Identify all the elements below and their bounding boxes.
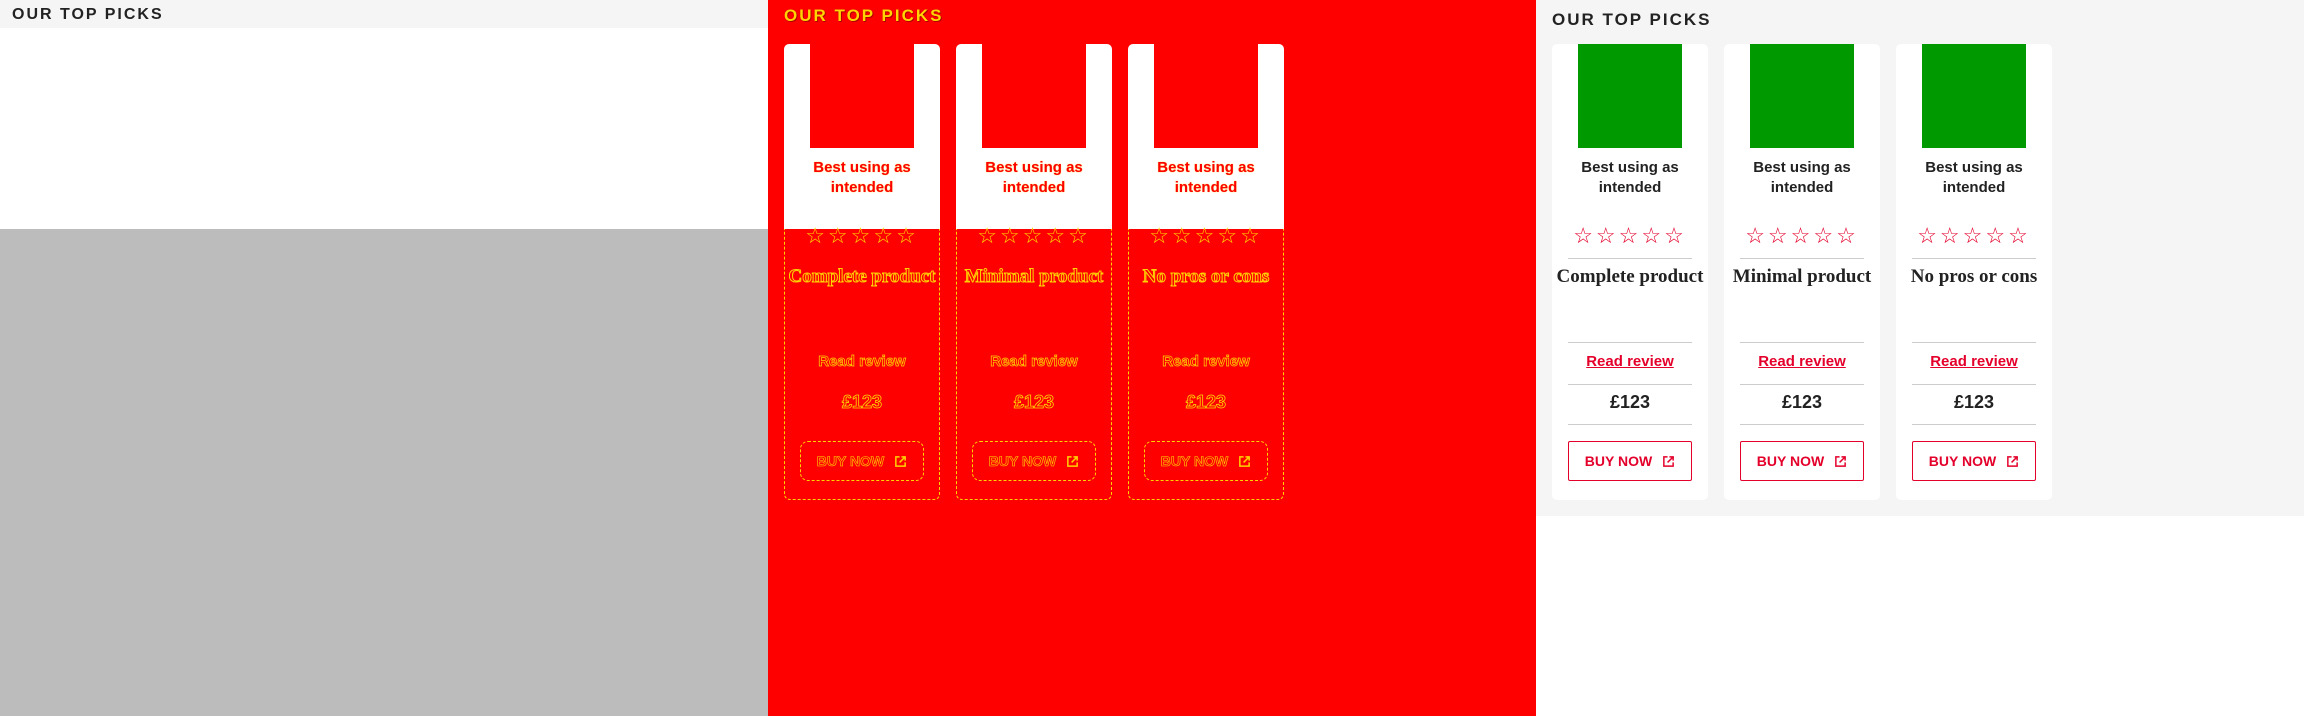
star-rating: ☆☆☆☆☆ bbox=[1149, 223, 1263, 248]
divider bbox=[1568, 424, 1692, 425]
product-price: £123 bbox=[1609, 392, 1651, 412]
buy-now-button[interactable]: BUY NOW bbox=[1740, 441, 1864, 481]
divider bbox=[1740, 424, 1864, 425]
product-card: Best using as intended ☆☆☆☆☆ Complete pr… bbox=[1552, 44, 1708, 500]
buy-now-label: BUY NOW bbox=[1584, 453, 1653, 469]
viewport-debug-overlay: OUR TOP PICKS Best using as intended ☆☆☆… bbox=[768, 0, 1536, 716]
divider bbox=[1568, 258, 1692, 259]
external-link-icon bbox=[2007, 455, 2019, 467]
product-image[interactable] bbox=[1154, 44, 1258, 148]
section-title: OUR TOP PICKS bbox=[784, 6, 944, 25]
external-link-icon bbox=[1239, 455, 1251, 467]
product-card: Best using as intended ☆☆☆☆☆ No pros or … bbox=[1896, 44, 2052, 500]
read-review-link[interactable]: Read review bbox=[956, 353, 1112, 371]
product-price: £123 bbox=[1781, 392, 1823, 412]
product-name: Complete product bbox=[788, 266, 936, 288]
product-card: Best using as intended ☆☆☆☆☆ No pros or … bbox=[1128, 44, 1284, 500]
buy-now-button[interactable]: BUY NOW bbox=[1568, 441, 1692, 481]
star-rating: ☆☆☆☆☆ bbox=[977, 223, 1091, 248]
product-card: Best using as intended ☆☆☆☆☆ Minimal pro… bbox=[1724, 44, 1880, 500]
collapsed-placeholder bbox=[0, 229, 768, 716]
section-title: OUR TOP PICKS bbox=[12, 6, 164, 23]
buy-now-button[interactable]: BUY NOW bbox=[1144, 441, 1268, 481]
product-price: £123 bbox=[1013, 392, 1055, 413]
product-name: No pros or cons bbox=[1142, 266, 1270, 288]
read-review-link[interactable]: Read review bbox=[784, 353, 940, 371]
buy-now-label: BUY NOW bbox=[988, 453, 1057, 470]
viewport-collapsed: OUR TOP PICKS bbox=[0, 0, 768, 716]
external-link-icon bbox=[1835, 455, 1847, 467]
buy-now-label: BUY NOW bbox=[816, 453, 885, 470]
external-link-icon bbox=[1663, 455, 1675, 467]
product-card-list: Best using as intended ☆☆☆☆☆ Complete pr… bbox=[1552, 44, 2052, 500]
award-badge: Best using as intended bbox=[1157, 159, 1255, 196]
top-picks-section: OUR TOP PICKS Best using as intended ☆☆☆… bbox=[1536, 0, 2304, 716]
divider bbox=[1740, 342, 1864, 343]
product-card: Best using as intended ☆☆☆☆☆ Complete pr… bbox=[784, 44, 940, 500]
read-review-link[interactable]: Read review bbox=[1896, 353, 2052, 370]
product-name: No pros or cons bbox=[1910, 266, 2038, 287]
product-price: £123 bbox=[1185, 392, 1227, 413]
buy-now-label: BUY NOW bbox=[1160, 453, 1229, 470]
divider bbox=[1740, 258, 1864, 259]
buy-now-button[interactable]: BUY NOW bbox=[972, 441, 1096, 481]
divider bbox=[1912, 258, 2036, 259]
divider bbox=[1912, 424, 2036, 425]
award-badge: Best using as intended bbox=[1753, 159, 1851, 196]
read-review-link[interactable]: Read review bbox=[1552, 353, 1708, 370]
award-badge: Best using as intended bbox=[813, 159, 911, 196]
empty-content-area bbox=[0, 28, 768, 229]
product-name: Complete product bbox=[1556, 266, 1704, 287]
star-rating: ☆☆☆☆☆ bbox=[1745, 223, 1859, 248]
product-price: £123 bbox=[1953, 392, 1995, 412]
divider bbox=[1568, 342, 1692, 343]
read-review-link[interactable]: Read review bbox=[1724, 353, 1880, 370]
product-image[interactable] bbox=[1922, 44, 2026, 148]
product-name: Minimal product bbox=[1732, 266, 1872, 287]
buy-now-label: BUY NOW bbox=[1756, 453, 1825, 469]
buy-now-label: BUY NOW bbox=[1928, 453, 1997, 469]
product-image[interactable] bbox=[810, 44, 914, 148]
product-image[interactable] bbox=[982, 44, 1086, 148]
product-price: £123 bbox=[841, 392, 883, 413]
product-image[interactable] bbox=[1578, 44, 1682, 148]
viewport-rendered: OUR TOP PICKS Best using as intended ☆☆☆… bbox=[1536, 0, 2304, 716]
star-rating: ☆☆☆☆☆ bbox=[1917, 223, 2031, 248]
star-rating: ☆☆☆☆☆ bbox=[1573, 223, 1687, 248]
external-link-icon bbox=[895, 455, 907, 467]
external-link-icon bbox=[1067, 455, 1079, 467]
product-card-list: Best using as intended ☆☆☆☆☆ Complete pr… bbox=[784, 44, 1284, 500]
section-header: OUR TOP PICKS bbox=[0, 0, 768, 28]
divider bbox=[1568, 384, 1692, 385]
award-badge: Best using as intended bbox=[985, 159, 1083, 196]
buy-now-button[interactable]: BUY NOW bbox=[1912, 441, 2036, 481]
product-card: Best using as intended ☆☆☆☆☆ Minimal pro… bbox=[956, 44, 1112, 500]
section-title: OUR TOP PICKS bbox=[1552, 10, 1712, 29]
divider bbox=[1740, 384, 1864, 385]
product-image[interactable] bbox=[1750, 44, 1854, 148]
buy-now-button[interactable]: BUY NOW bbox=[800, 441, 924, 481]
product-name: Minimal product bbox=[964, 266, 1104, 288]
read-review-link[interactable]: Read review bbox=[1128, 353, 1284, 371]
star-rating: ☆☆☆☆☆ bbox=[805, 223, 919, 248]
divider bbox=[1912, 342, 2036, 343]
top-picks-section: OUR TOP PICKS Best using as intended ☆☆☆… bbox=[768, 0, 1536, 716]
divider bbox=[1912, 384, 2036, 385]
award-badge: Best using as intended bbox=[1581, 159, 1679, 196]
award-badge: Best using as intended bbox=[1925, 159, 2023, 196]
